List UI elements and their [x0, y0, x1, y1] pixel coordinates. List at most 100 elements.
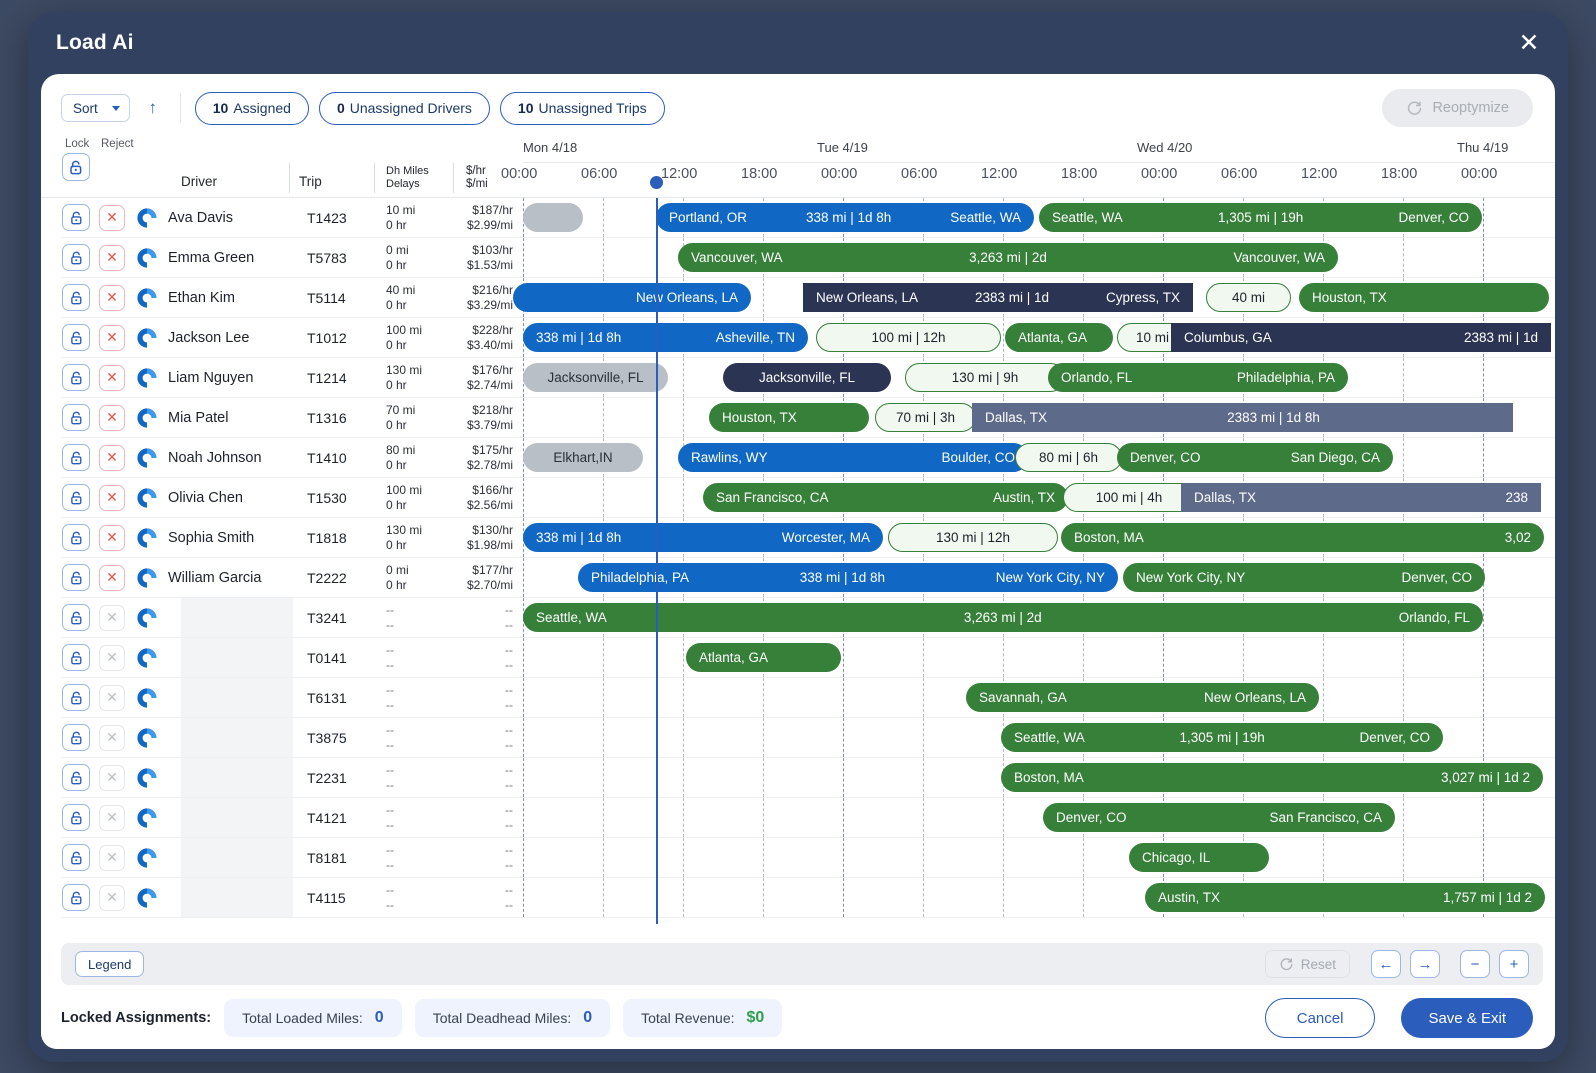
gantt-bar[interactable]: 338 mi | 1d 8h Worcester, MA — [523, 523, 883, 552]
lock-button[interactable] — [62, 644, 90, 671]
cancel-button[interactable]: Cancel — [1264, 998, 1376, 1038]
reject-button[interactable]: ✕ — [99, 644, 125, 671]
lock-button[interactable] — [62, 804, 90, 831]
lock-button[interactable] — [62, 444, 90, 471]
table-row[interactable]: ✕ T6131 -- -- -- -- Savannah, GA New Orleans, L… — [61, 678, 1555, 718]
gantt-track[interactable]: Atlanta, GA — [523, 638, 1555, 677]
table-row[interactable]: ✕ T4121 -- -- -- -- Denver, CO San Francisco, C… — [61, 798, 1555, 838]
gantt-track[interactable]: New Orleans, LA New Orleans, LA 2383 mi | … — [513, 278, 1555, 317]
legend-button[interactable]: Legend — [75, 951, 145, 977]
gantt-bar[interactable]: Dallas, TX 238 — [1181, 483, 1541, 512]
table-row[interactable]: ✕ Olivia Chen T1530 100 mi 0 hr $166/hr $2.56/… — [61, 478, 1555, 518]
reject-button[interactable]: ✕ — [99, 764, 125, 791]
gantt-bar[interactable] — [523, 203, 583, 232]
reject-button[interactable]: ✕ — [99, 284, 125, 311]
gantt-bar[interactable]: 130 mi | 9h — [905, 363, 1065, 392]
gantt-bar[interactable]: Houston, TX — [709, 403, 869, 432]
gantt-track[interactable]: Boston, MA 3,027 mi | 1d 2 — [523, 758, 1555, 797]
reject-button[interactable]: ✕ — [99, 324, 125, 351]
reject-button[interactable]: ✕ — [99, 884, 125, 911]
filter-pill-assigned[interactable]: 10 Assigned — [194, 91, 309, 125]
gantt-bar[interactable]: New York City, NY Denver, CO — [1123, 563, 1485, 592]
gantt-track[interactable]: 338 mi | 1d 8h Asheville, TN 100 mi | 12h A… — [523, 318, 1555, 357]
lock-all-button[interactable] — [62, 153, 90, 181]
lock-button[interactable] — [62, 524, 90, 551]
table-row[interactable]: ✕ T0141 -- -- -- -- Atlanta, GA — [61, 638, 1555, 678]
gantt-bar[interactable]: 40 mi — [1206, 283, 1291, 312]
gantt-track[interactable]: Houston, TX 70 mi | 3h Dallas, TX 2383 mi |… — [523, 398, 1555, 437]
gantt-bar[interactable]: 100 mi | 4h — [1063, 483, 1195, 512]
reject-button[interactable]: ✕ — [99, 804, 125, 831]
reoptymize-button[interactable]: Reoptymize — [1382, 89, 1533, 127]
gantt-bar[interactable]: Columbus, GA 2383 mi | 1d — [1171, 323, 1551, 352]
gantt-track[interactable]: Philadelphia, PA 338 mi | 1d 8h New York C… — [523, 558, 1555, 597]
lock-button[interactable] — [62, 884, 90, 911]
gantt-bar[interactable]: 130 mi | 12h — [888, 523, 1058, 552]
lock-button[interactable] — [62, 844, 90, 871]
gantt-track[interactable]: Portland, OR 338 mi | 1d 8h Seattle, WA Sea… — [523, 198, 1555, 237]
sort-dropdown[interactable]: Sort — [61, 94, 130, 122]
gantt-bar[interactable]: Chicago, IL — [1129, 843, 1269, 872]
gantt-bar[interactable]: Portland, OR 338 mi | 1d 8h Seattle, WA — [656, 203, 1034, 232]
filter-pill-unassigned-trips[interactable]: 10 Unassigned Trips — [499, 91, 665, 125]
reject-button[interactable]: ✕ — [99, 844, 125, 871]
lock-button[interactable] — [62, 404, 90, 431]
timeline-prev-button[interactable]: ← — [1371, 950, 1401, 978]
gantt-bar[interactable]: Atlanta, GA — [1005, 323, 1113, 352]
gantt-bar[interactable]: Seattle, WA 1,305 mi | 19h Denver, CO — [1001, 723, 1443, 752]
gantt-track[interactable]: Chicago, IL — [523, 838, 1555, 877]
table-row[interactable]: ✕ Ava Davis T1423 10 mi 0 hr $187/hr $2.99/mi P… — [61, 198, 1555, 238]
gantt-track[interactable]: Elkhart,IN Rawlins, WY Boulder, CO 80 mi | … — [523, 438, 1555, 477]
gantt-track[interactable]: Jacksonville, FL Jacksonville, FL 130 mi |… — [523, 358, 1555, 397]
gantt-bar[interactable]: Denver, CO San Francisco, CA — [1043, 803, 1395, 832]
gantt-bar[interactable]: New Orleans, LA — [513, 283, 751, 312]
reset-button[interactable]: Reset — [1264, 950, 1350, 978]
gantt-bar[interactable]: 338 mi | 1d 8h Asheville, TN — [523, 323, 808, 352]
lock-button[interactable] — [62, 484, 90, 511]
reject-button[interactable]: ✕ — [99, 404, 125, 431]
reject-button[interactable]: ✕ — [99, 724, 125, 751]
timeline-next-button[interactable]: → — [1410, 950, 1440, 978]
table-row[interactable]: ✕ Liam Nguyen T1214 130 mi 0 hr $176/hr $2.74/… — [61, 358, 1555, 398]
lock-button[interactable] — [62, 604, 90, 631]
reject-button[interactable]: ✕ — [99, 204, 125, 231]
table-row[interactable]: ✕ T8181 -- -- -- -- Chicago, IL — [61, 838, 1555, 878]
reject-button[interactable]: ✕ — [99, 564, 125, 591]
table-row[interactable]: ✕ T4115 -- -- -- -- Austin, TX 1,757 mi | 1d 2 — [61, 878, 1555, 918]
reject-button[interactable]: ✕ — [99, 484, 125, 511]
zoom-out-button[interactable]: − — [1460, 950, 1490, 978]
gantt-bar[interactable]: Orlando, FL Philadelphia, PA — [1048, 363, 1348, 392]
table-row[interactable]: ✕ Ethan Kim T5114 40 mi 0 hr $216/hr $3.29/mi N… — [61, 278, 1555, 318]
gantt-track[interactable]: Seattle, WA 1,305 mi | 19h Denver, CO — [523, 718, 1555, 757]
reject-button[interactable]: ✕ — [99, 444, 125, 471]
lock-button[interactable] — [62, 284, 90, 311]
table-row[interactable]: ✕ Sophia Smith T1818 130 mi 0 hr $130/hr $1.98… — [61, 518, 1555, 558]
gantt-bar[interactable]: Atlanta, GA — [686, 643, 841, 672]
reject-button[interactable]: ✕ — [99, 604, 125, 631]
close-icon[interactable]: ✕ — [1516, 30, 1542, 56]
table-row[interactable]: ✕ T3875 -- -- -- -- Seattle, WA 1,305 mi | 19h D… — [61, 718, 1555, 758]
gantt-bar[interactable]: Boston, MA 3,02 — [1061, 523, 1544, 552]
lock-button[interactable] — [62, 364, 90, 391]
gantt-track[interactable]: 338 mi | 1d 8h Worcester, MA 130 mi | 12h B… — [523, 518, 1555, 557]
zoom-in-button[interactable]: + — [1499, 950, 1529, 978]
table-row[interactable]: ✕ William Garcia T2222 0 mi 0 hr $177/hr $2.70… — [61, 558, 1555, 598]
filter-pill-unassigned-drivers[interactable]: 0 Unassigned Drivers — [318, 91, 490, 125]
gantt-bar[interactable]: Philadelphia, PA 338 mi | 1d 8h New York C… — [578, 563, 1118, 592]
gantt-bar[interactable]: Seattle, WA 3,263 mi | 2d Orlando, FL — [523, 603, 1483, 632]
table-row[interactable]: ✕ Emma Green T5783 0 mi 0 hr $103/hr $1.53/mi V… — [61, 238, 1555, 278]
gantt-bar[interactable]: 80 mi | 6h — [1015, 443, 1122, 472]
save-and-exit-button[interactable]: Save & Exit — [1401, 998, 1533, 1038]
table-row[interactable]: ✕ Mia Patel T1316 70 mi 0 hr $218/hr $3.79/mi H… — [61, 398, 1555, 438]
gantt-bar[interactable]: New Orleans, LA 2383 mi | 1d Cypress, TX — [803, 283, 1193, 312]
reject-button[interactable]: ✕ — [99, 364, 125, 391]
gantt-track[interactable]: Austin, TX 1,757 mi | 1d 2 — [523, 878, 1555, 917]
reject-button[interactable]: ✕ — [99, 244, 125, 271]
lock-button[interactable] — [62, 204, 90, 231]
sort-direction-arrow-up-icon[interactable]: ↑ — [140, 94, 166, 122]
gantt-bar[interactable]: Seattle, WA 1,305 mi | 19h Denver, CO — [1039, 203, 1482, 232]
gantt-bar[interactable]: Dallas, TX 2383 mi | 1d 8h — [972, 403, 1513, 432]
gantt-bar[interactable]: Rawlins, WY Boulder, CO — [678, 443, 1028, 472]
gantt-bar[interactable]: Denver, CO San Diego, CA — [1117, 443, 1393, 472]
lock-button[interactable] — [62, 324, 90, 351]
